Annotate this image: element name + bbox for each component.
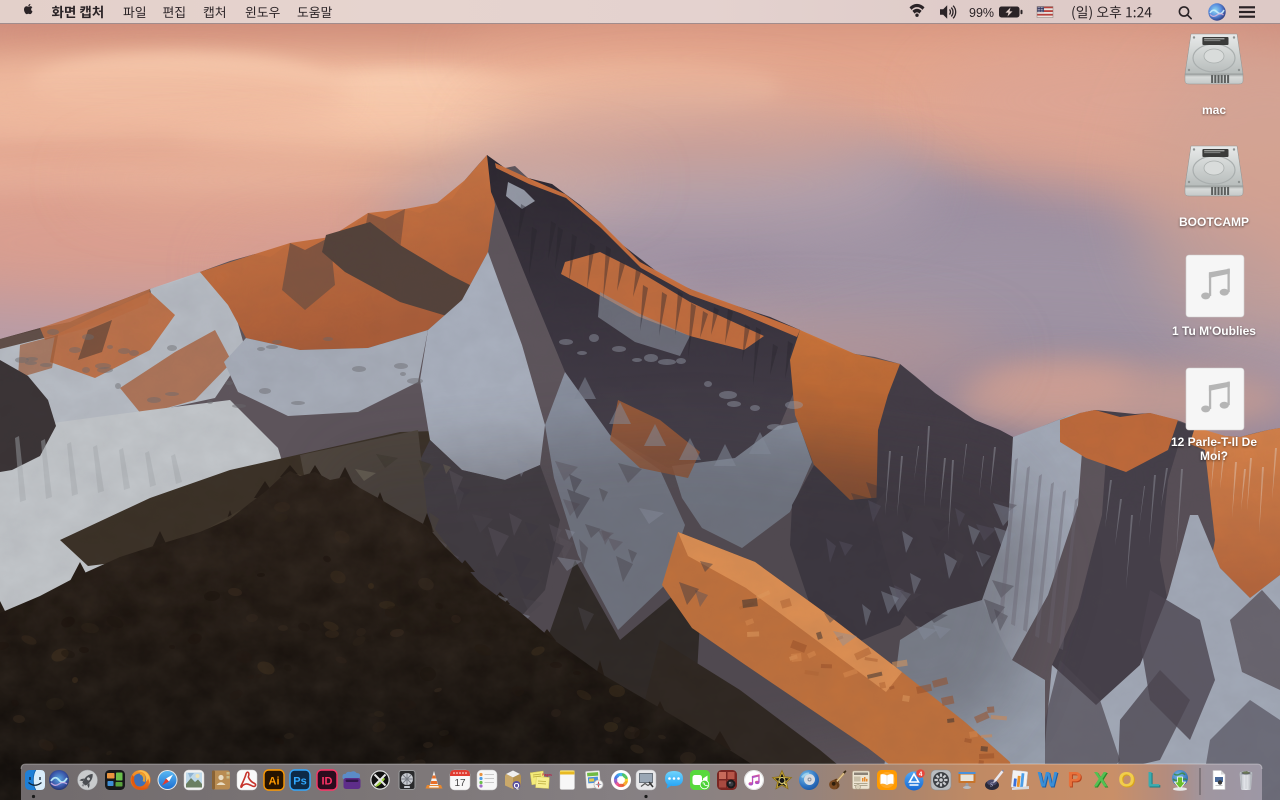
svg-text:ID: ID	[322, 776, 333, 788]
svg-text:L: L	[1147, 769, 1160, 792]
svg-text:4: 4	[919, 771, 923, 778]
svg-text:Pages: Pages	[542, 773, 552, 777]
svg-text:Ai: Ai	[269, 776, 280, 788]
svg-text:X: X	[1093, 769, 1107, 792]
svg-text:P: P	[1067, 769, 1081, 792]
svg-text:O: O	[1118, 769, 1134, 792]
svg-text:17: 17	[454, 778, 466, 789]
svg-text:Ps: Ps	[293, 776, 306, 788]
svg-text:W: W	[1038, 769, 1058, 792]
svg-text:99%: 99%	[969, 6, 994, 20]
svg-text:S: S	[990, 783, 993, 789]
svg-text:Q: Q	[514, 781, 520, 790]
